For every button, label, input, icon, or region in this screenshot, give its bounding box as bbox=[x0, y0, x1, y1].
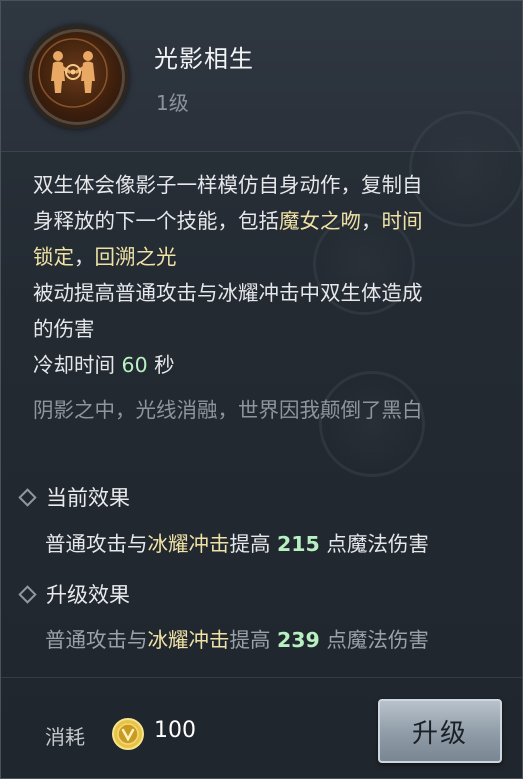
effect-prefix: 普通攻击与 bbox=[45, 532, 148, 556]
cooldown-unit: 秒 bbox=[147, 353, 175, 377]
skill-description: 双生体会像影子一样模仿自身动作，复制自 身释放的下一个技能，包括魔女之吻，时间 … bbox=[33, 167, 511, 383]
current-effect-text: 普通攻击与冰耀冲击提高 215 点魔法伤害 bbox=[45, 527, 429, 557]
effect-skill: 冰耀冲击 bbox=[147, 532, 230, 556]
current-effect-heading: 当前效果 bbox=[18, 482, 130, 512]
heading-text: 升级效果 bbox=[46, 583, 130, 607]
description-line: 的伤害 bbox=[33, 311, 511, 347]
upgrade-effect-heading: 升级效果 bbox=[18, 579, 130, 609]
effect-mid: 提高 bbox=[229, 628, 278, 652]
heading-text: 当前效果 bbox=[46, 486, 130, 510]
diamond-bullet-icon bbox=[18, 487, 37, 507]
skill-name-highlight: 回溯之光 bbox=[94, 245, 177, 269]
description-line: 身释放的下一个技能，包括魔女之吻，时间 bbox=[33, 203, 511, 239]
description-line: 锁定，回溯之光 bbox=[33, 239, 511, 275]
skill-name-highlight: 魔女之吻 bbox=[279, 209, 361, 233]
skill-tooltip-panel: 光影相生 1级 双生体会像影子一样模仿自身动作，复制自 身释放的下一个技能，包括… bbox=[0, 0, 523, 779]
cost-value: 100 bbox=[154, 718, 196, 743]
description-line: 双生体会像影子一样模仿自身动作，复制自 bbox=[33, 167, 511, 203]
cost-label: 消耗 bbox=[45, 725, 85, 749]
effect-prefix: 普通攻击与 bbox=[45, 628, 148, 652]
background-ring-decoration bbox=[319, 371, 425, 477]
skill-name-highlight: 时间 bbox=[381, 209, 423, 233]
diamond-bullet-icon bbox=[18, 584, 37, 604]
effect-suffix: 点魔法伤害 bbox=[319, 628, 429, 652]
cooldown-line: 冷却时间 60 秒 bbox=[33, 347, 511, 383]
separator: ， bbox=[74, 245, 95, 269]
description-text: 被动提高普通攻击与冰耀冲击中双生体造成 bbox=[33, 281, 423, 305]
upgrade-effect-text: 普通攻击与冰耀冲击提高 239 点魔法伤害 bbox=[45, 623, 429, 653]
skill-name-highlight: 锁定 bbox=[33, 245, 74, 269]
upgrade-button[interactable]: 升级 bbox=[378, 699, 502, 763]
separator: ， bbox=[361, 209, 382, 233]
description-text: 的伤害 bbox=[33, 317, 95, 341]
gold-coin-icon bbox=[111, 717, 145, 751]
description-text: 身释放的下一个技能，包括 bbox=[33, 209, 279, 233]
effect-suffix: 点魔法伤害 bbox=[319, 532, 429, 556]
cooldown-label: 冷却时间 bbox=[33, 353, 122, 377]
cooldown-value: 60 bbox=[121, 353, 148, 377]
twin-figures-icon bbox=[25, 25, 129, 129]
flavor-text: 阴影之中，光线消融，世界因我颠倒了黑白 bbox=[33, 398, 423, 422]
effect-skill: 冰耀冲击 bbox=[147, 628, 230, 652]
description-line: 被动提高普通攻击与冰耀冲击中双生体造成 bbox=[33, 275, 511, 311]
effect-value: 215 bbox=[277, 532, 320, 556]
effect-mid: 提高 bbox=[229, 532, 278, 556]
skill-level: 1级 bbox=[156, 91, 189, 115]
skill-title: 光影相生 bbox=[154, 45, 254, 73]
description-text: 双生体会像影子一样模仿自身动作，复制自 bbox=[33, 173, 423, 197]
effect-value: 239 bbox=[277, 628, 320, 652]
